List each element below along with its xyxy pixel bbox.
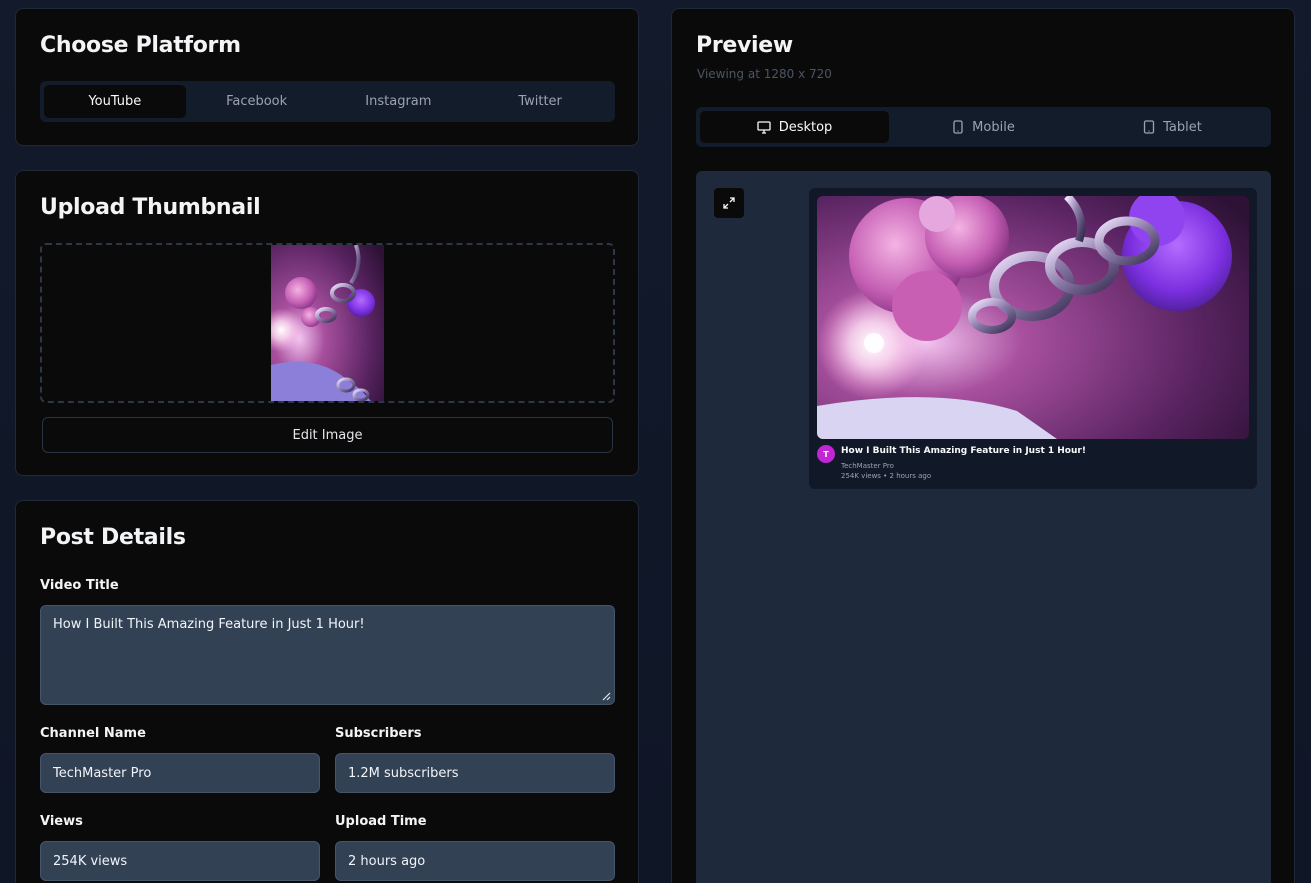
viewing-resolution: Viewing at 1280 x 720 bbox=[697, 67, 832, 81]
views-input[interactable]: 254K views bbox=[40, 841, 320, 881]
platform-card: Choose Platform YouTube Facebook Instagr… bbox=[15, 8, 639, 146]
device-label-tablet: Tablet bbox=[1163, 119, 1202, 135]
video-title-label: Video Title bbox=[40, 578, 119, 593]
thumbnail-image bbox=[271, 245, 384, 401]
channel-name-input[interactable]: TechMaster Pro bbox=[40, 753, 320, 793]
channel-avatar: T bbox=[817, 445, 835, 463]
platform-option-instagram[interactable]: Instagram bbox=[328, 85, 470, 118]
subscribers-input[interactable]: 1.2M subscribers bbox=[335, 753, 615, 793]
device-option-desktop[interactable]: Desktop bbox=[700, 111, 889, 143]
device-label-mobile: Mobile bbox=[972, 119, 1015, 135]
platform-title: Choose Platform bbox=[40, 33, 241, 58]
device-option-mobile[interactable]: Mobile bbox=[889, 111, 1078, 143]
preview-card: Preview Viewing at 1280 x 720 Desktop Mo… bbox=[671, 8, 1295, 883]
upload-time-input[interactable]: 2 hours ago bbox=[335, 841, 615, 881]
views-value: 254K views bbox=[53, 853, 128, 869]
subscribers-label: Subscribers bbox=[335, 726, 422, 741]
upload-time-value: 2 hours ago bbox=[348, 853, 426, 869]
upload-title: Upload Thumbnail bbox=[40, 195, 261, 220]
upload-card: Upload Thumbnail Edit Image bbox=[15, 170, 639, 476]
platform-option-facebook[interactable]: Facebook bbox=[186, 85, 328, 118]
monitor-icon bbox=[757, 121, 771, 134]
tablet-icon bbox=[1143, 120, 1155, 134]
resize-handle-icon[interactable] bbox=[601, 691, 611, 701]
channel-name-value: TechMaster Pro bbox=[53, 765, 152, 781]
preview-channel-name: TechMaster Pro bbox=[841, 462, 894, 470]
preview-canvas: T How I Built This Amazing Feature in Ju… bbox=[696, 171, 1271, 883]
edit-image-button[interactable]: Edit Image bbox=[42, 417, 613, 453]
views-label: Views bbox=[40, 814, 83, 829]
device-selector: Desktop Mobile Tablet bbox=[696, 107, 1271, 147]
video-title-value: How I Built This Amazing Feature in Just… bbox=[53, 617, 365, 632]
details-card: Post Details Video Title How I Built Thi… bbox=[15, 500, 639, 883]
subscribers-value: 1.2M subscribers bbox=[348, 765, 459, 781]
preview-title: Preview bbox=[696, 33, 793, 58]
youtube-preview-card: T How I Built This Amazing Feature in Ju… bbox=[809, 188, 1257, 489]
thumbnail-dropzone[interactable] bbox=[40, 243, 615, 403]
upload-time-label: Upload Time bbox=[335, 814, 427, 829]
device-option-tablet[interactable]: Tablet bbox=[1078, 111, 1267, 143]
platform-selector: YouTube Facebook Instagram Twitter bbox=[40, 81, 615, 122]
fullscreen-button[interactable] bbox=[714, 188, 744, 218]
preview-video-meta: 254K views • 2 hours ago bbox=[841, 472, 932, 480]
smartphone-icon bbox=[953, 120, 963, 134]
expand-icon bbox=[723, 197, 735, 209]
platform-option-twitter[interactable]: Twitter bbox=[469, 85, 611, 118]
channel-name-label: Channel Name bbox=[40, 726, 146, 741]
preview-thumbnail bbox=[817, 196, 1249, 439]
device-label-desktop: Desktop bbox=[778, 119, 833, 135]
preview-video-title: How I Built This Amazing Feature in Just… bbox=[841, 446, 1086, 456]
platform-option-youtube[interactable]: YouTube bbox=[44, 85, 186, 118]
video-title-input[interactable]: How I Built This Amazing Feature in Just… bbox=[40, 605, 615, 705]
details-title: Post Details bbox=[40, 525, 186, 550]
